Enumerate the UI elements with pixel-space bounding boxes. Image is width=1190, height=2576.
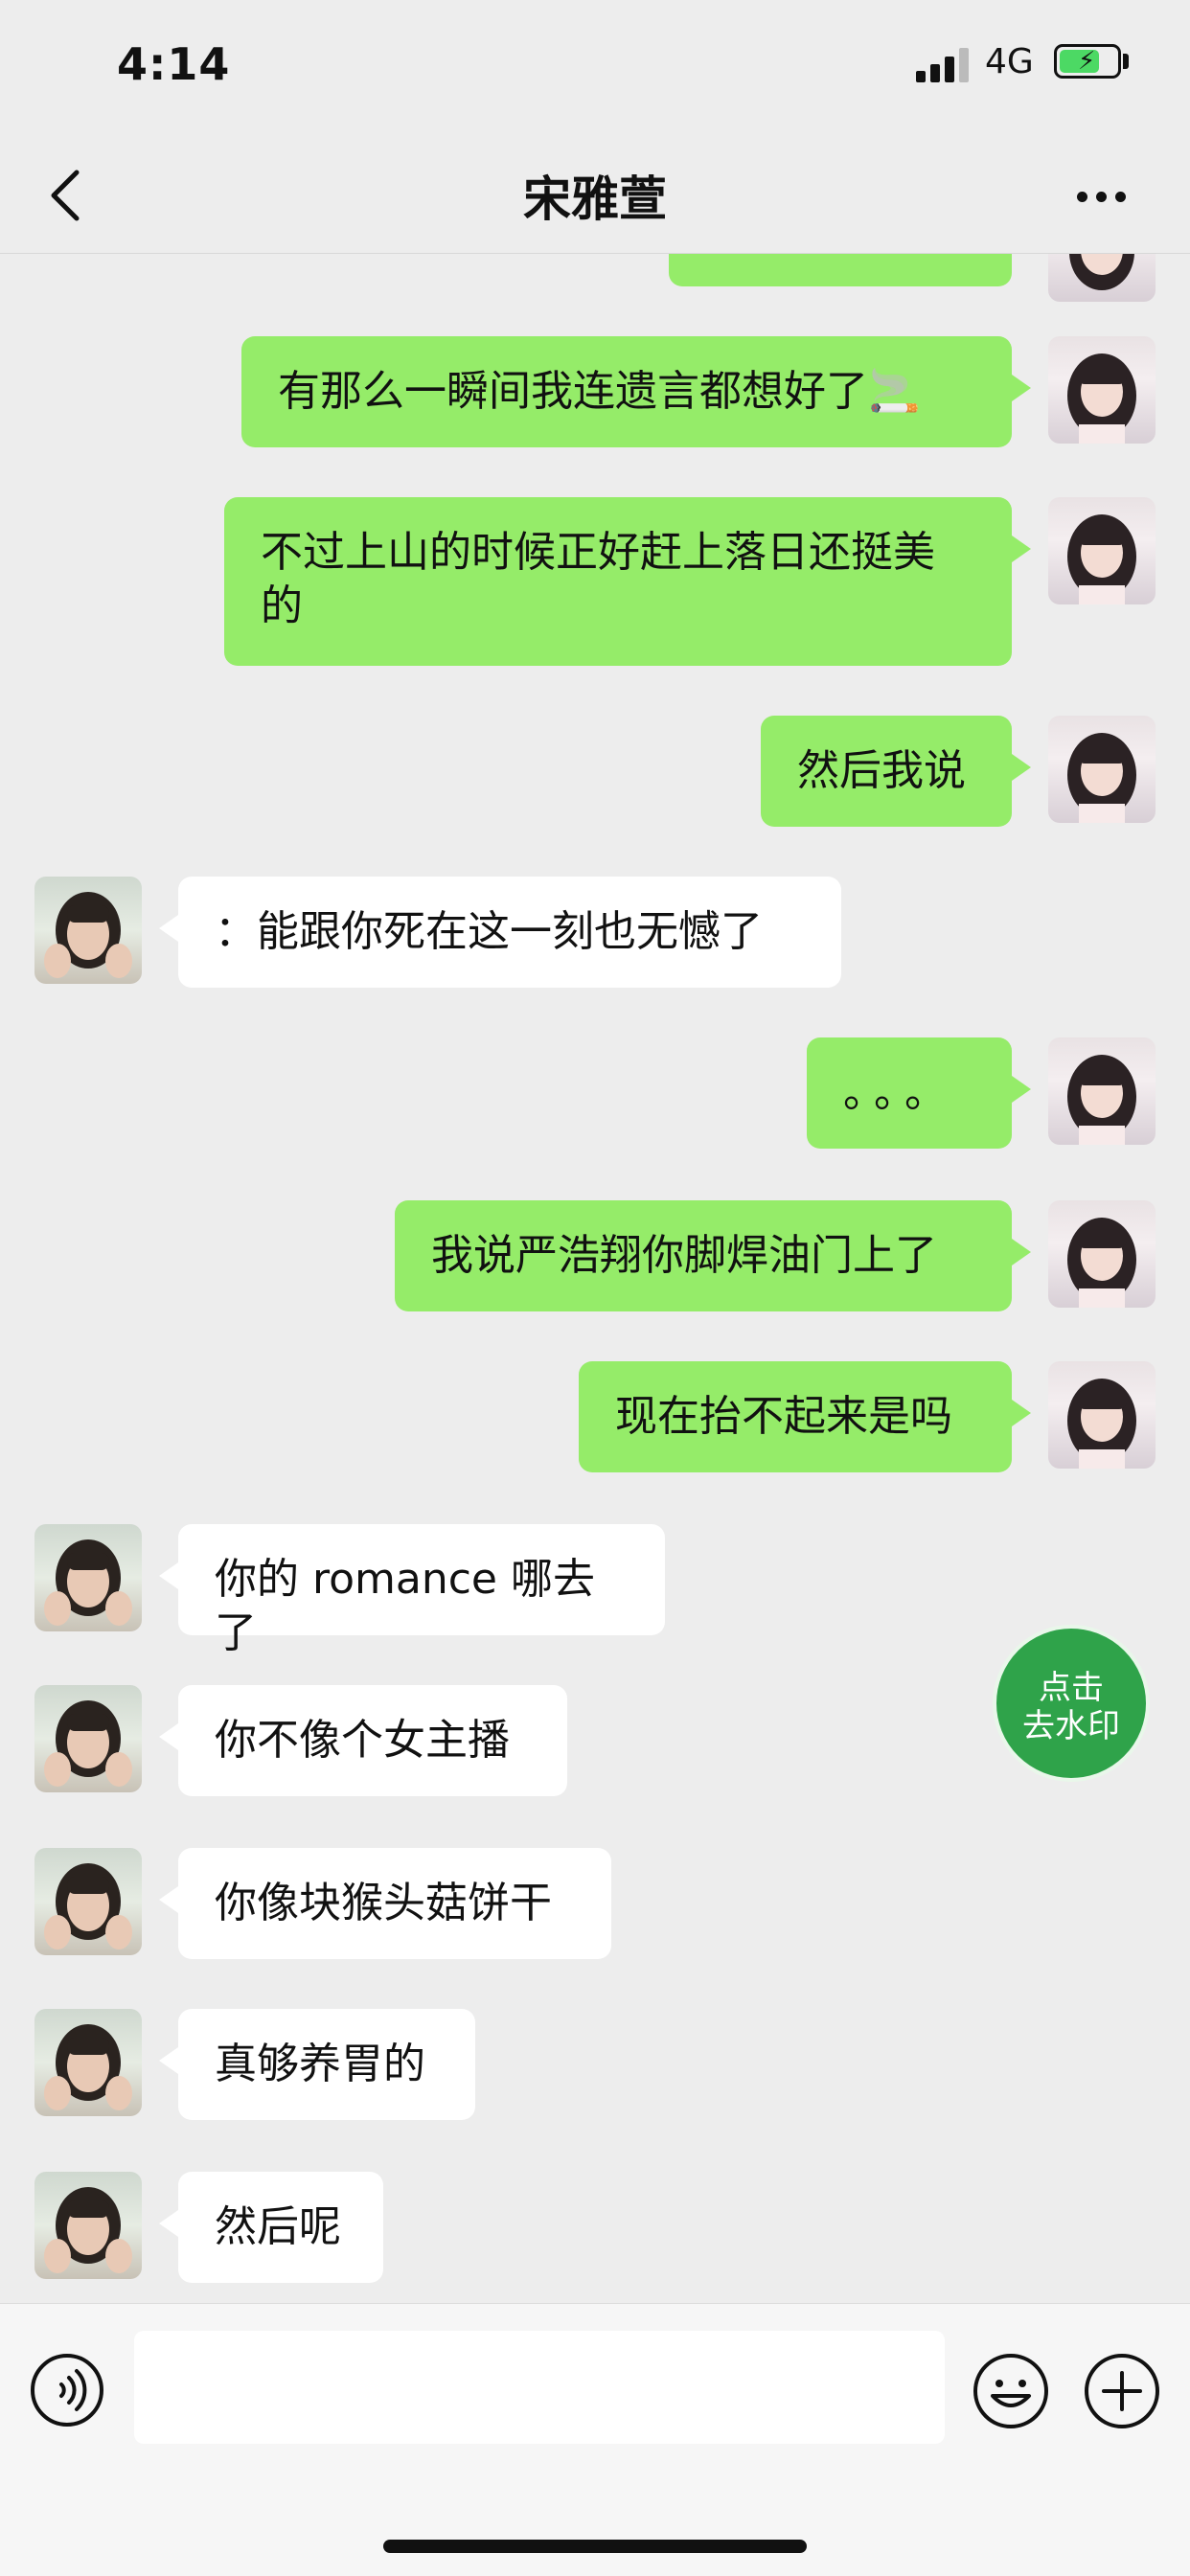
avatar[interactable] (1048, 1200, 1156, 1308)
message-bubble[interactable]: 现在抬不起来是吗 (579, 1361, 1031, 1472)
avatar[interactable] (1048, 1361, 1156, 1469)
avatar[interactable] (34, 1848, 142, 1955)
emoji-button[interactable] (972, 2352, 1050, 2430)
remove-watermark-line2: 去水印 (1022, 1707, 1120, 1745)
emoji-icon (973, 2354, 1048, 2428)
status-bar: 4:14 4G ⚡ (0, 0, 1190, 134)
message-bubble[interactable]: 然后我说 (761, 716, 1031, 827)
message-bubble[interactable]: 真够养胃的 (159, 2009, 475, 2120)
message-text: 然后呢 (215, 2202, 341, 2251)
home-indicator[interactable] (383, 2540, 807, 2553)
remove-watermark-button[interactable]: 点击 去水印 (993, 1625, 1150, 1782)
plus-icon (1085, 2354, 1159, 2428)
avatar[interactable] (1048, 1037, 1156, 1145)
chat-title: 宋雅萱 (523, 171, 667, 227)
message-bubble[interactable]: 你的 romance 哪去了 (159, 1524, 665, 1657)
avatar[interactable] (1048, 716, 1156, 823)
battery-icon: ⚡ (1054, 44, 1121, 79)
message-bubble[interactable]: 你不像个女主播 (159, 1685, 567, 1796)
network-type: 4G (985, 42, 1034, 81)
charging-bolt-icon: ⚡ (1078, 47, 1096, 76)
battery-cap (1123, 54, 1129, 69)
message-bubble[interactable]: 。。。 (807, 1037, 1031, 1149)
chat-area[interactable]: 有那么一瞬间我连遗言都想好了🚬 不过上山的时候正好赶上落日还挺美的 然后我说 ：… (0, 254, 1190, 2304)
message-bubble[interactable] (669, 254, 1012, 286)
message-text: 真够养胃的 (215, 2040, 425, 2088)
message-bubble[interactable]: 然后呢 (159, 2172, 383, 2283)
status-time: 4:14 (117, 38, 231, 90)
nav-bar: 宋雅萱 (0, 134, 1190, 254)
avatar[interactable] (1048, 497, 1156, 604)
message-text: ：能跟你死在这一刻也无憾了 (215, 907, 763, 956)
avatar[interactable] (1048, 336, 1156, 444)
message-bubble[interactable]: 你像块猴头菇饼干 (159, 1848, 611, 1959)
voice-button[interactable] (29, 2352, 105, 2428)
avatar[interactable] (34, 1524, 142, 1631)
message-bubble[interactable]: ：能跟你死在这一刻也无憾了 (159, 877, 841, 988)
message-text: 你的 romance 哪去了 (215, 1555, 595, 1657)
avatar[interactable] (34, 1685, 142, 1792)
avatar[interactable] (34, 2009, 142, 2116)
avatar[interactable] (34, 877, 142, 984)
more-functions-button[interactable] (1083, 2352, 1161, 2430)
message-text: 有那么一瞬间我连遗言都想好了🚬 (278, 367, 921, 416)
remove-watermark-line1: 点击 (1039, 1669, 1104, 1707)
message-text: 你像块猴头菇饼干 (215, 1879, 552, 1927)
voice-icon (31, 2354, 103, 2427)
message-text: 然后我说 (797, 746, 966, 795)
message-bubble[interactable]: 我说严浩翔你脚焊油门上了 (395, 1200, 1031, 1311)
message-text: 你不像个女主播 (215, 1716, 510, 1765)
message-bubble[interactable]: 有那么一瞬间我连遗言都想好了🚬 (241, 336, 1031, 447)
input-bar (0, 2303, 1190, 2576)
message-text: 不过上山的时候正好赶上落日还挺美的 (261, 528, 935, 630)
message-text: 现在抬不起来是吗 (615, 1392, 952, 1441)
more-button[interactable] (1064, 172, 1140, 220)
avatar[interactable] (34, 2172, 142, 2279)
message-text: 。。。 (843, 1068, 956, 1117)
signal-icon (916, 48, 970, 82)
message-input[interactable] (134, 2331, 945, 2444)
avatar[interactable] (1048, 254, 1156, 302)
message-text: 我说严浩翔你脚焊油门上了 (431, 1231, 937, 1280)
message-bubble[interactable]: 不过上山的时候正好赶上落日还挺美的 (224, 497, 1031, 666)
